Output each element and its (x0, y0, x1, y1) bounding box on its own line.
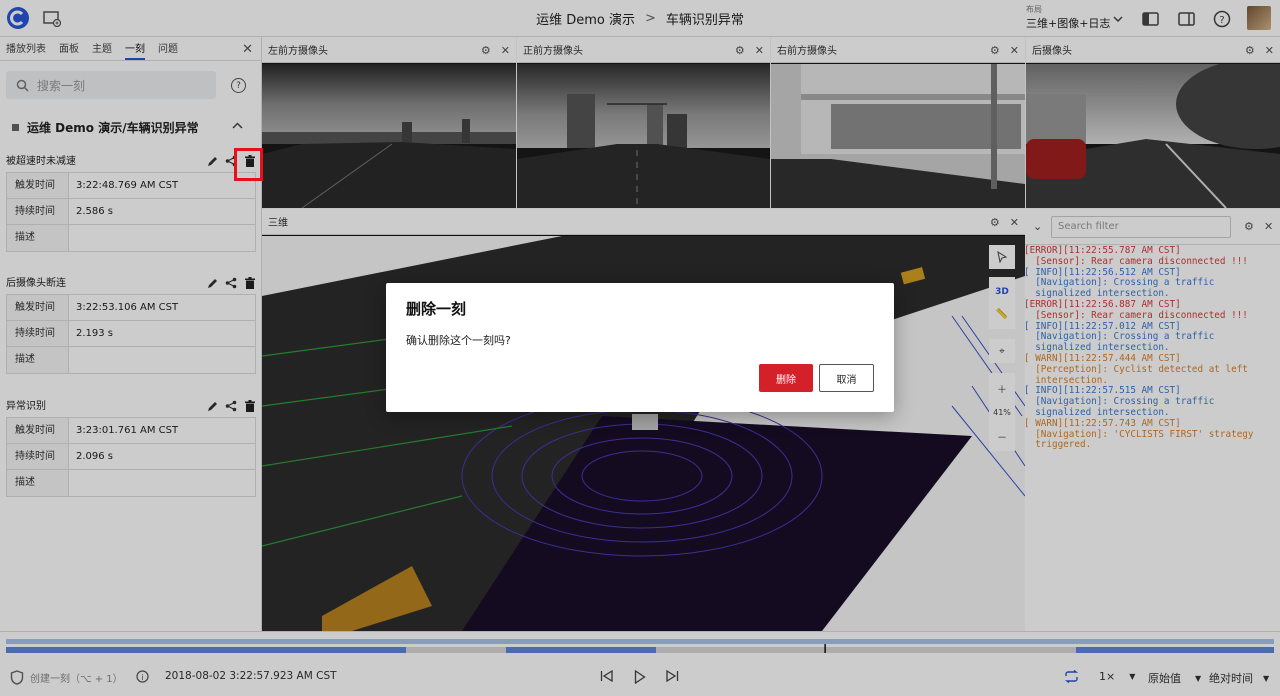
dialog-message: 确认删除这个一刻吗? (406, 334, 511, 347)
app-window: 运维 Demo 演示 > 车辆识别异常 布局 三维+图像+日志 ? 播放列表 面… (0, 0, 1280, 696)
dialog-title: 删除一刻 (406, 300, 467, 318)
confirm-delete-button[interactable]: 删除 (759, 364, 813, 392)
delete-highlight-box (234, 148, 263, 181)
delete-confirm-dialog: 删除一刻 确认删除这个一刻吗? 删除 取消 (386, 283, 894, 412)
cancel-button[interactable]: 取消 (819, 364, 874, 392)
